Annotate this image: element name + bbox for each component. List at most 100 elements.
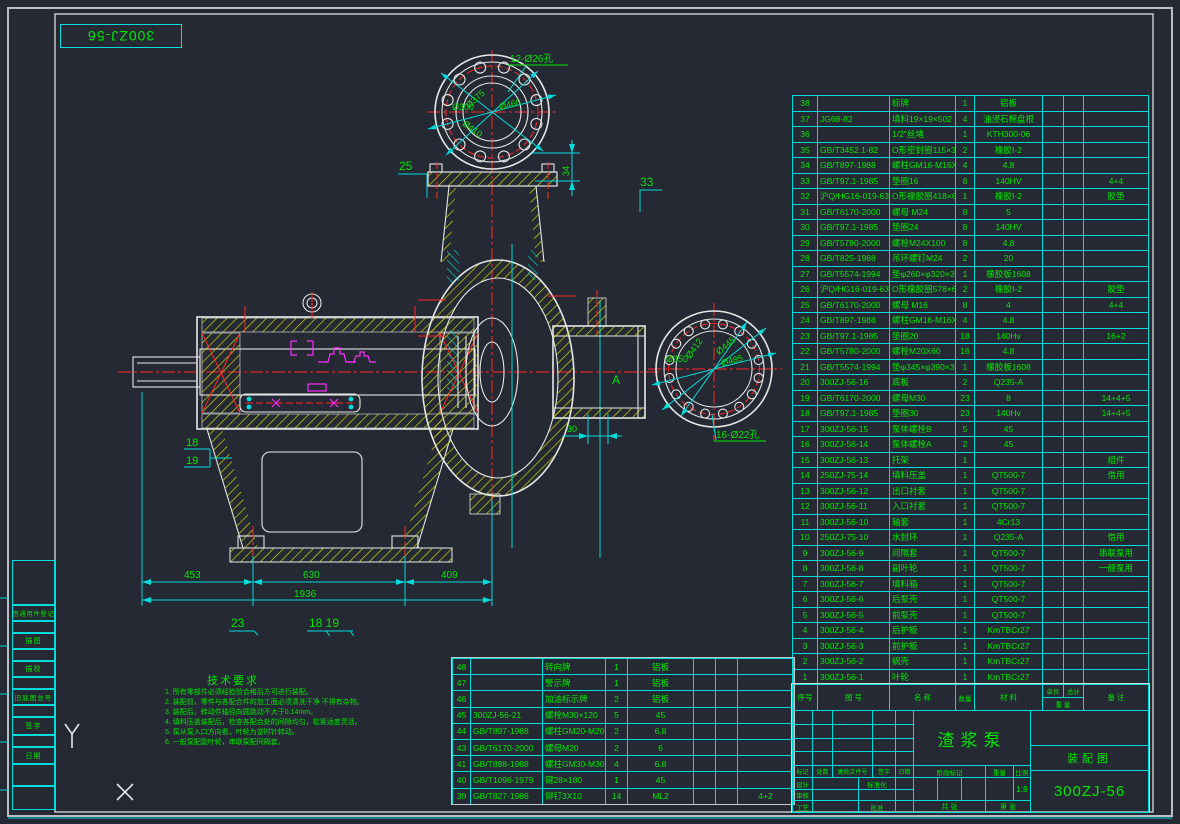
tb-sheets-total: 共 张 — [913, 800, 986, 813]
table-cell — [1064, 391, 1084, 407]
table-cell: 加油标示牌 — [543, 691, 606, 707]
table-cell: 140Hv — [975, 329, 1043, 345]
table-cell — [1084, 375, 1149, 391]
table-cell — [938, 778, 962, 801]
table-cell: 44 — [453, 724, 471, 740]
table-cell — [1084, 267, 1149, 283]
table-cell — [1084, 422, 1149, 438]
table-cell — [738, 659, 794, 675]
table-cell: 18 — [956, 329, 975, 345]
table-cell — [813, 725, 833, 739]
table-cell — [873, 725, 896, 739]
table-cell: GB/T6170-2000 — [471, 740, 543, 756]
table-row: 4300ZJ-56-4后护板1KmTBCr27 — [793, 623, 1149, 639]
table-cell: ML2 — [628, 789, 694, 805]
table-cell: 1 — [793, 670, 818, 686]
table-cell: 1 — [956, 654, 975, 670]
table-cell: KmTBCr27 — [975, 623, 1043, 639]
col-header-remark: 备 注 — [1083, 684, 1149, 711]
table-cell: 15 — [793, 453, 818, 469]
table-cell: 34 — [793, 158, 818, 174]
callout-label: 18 19 — [309, 616, 339, 630]
tech-requirement-line: 6. 一般泵配副叶轮，串联泵配间隔套。 — [165, 738, 427, 748]
table-cell: 2 — [956, 251, 975, 267]
table-cell: 叶轮 — [890, 670, 956, 686]
table-cell — [1084, 670, 1149, 686]
table-row: 14250ZJ-75-14填料压盖1QT500-7借用 — [793, 468, 1149, 484]
table-cell: 轴套 — [890, 515, 956, 531]
table-cell: 140Hv — [975, 406, 1043, 422]
table-cell: QT500-7 — [975, 484, 1043, 500]
table-cell — [896, 739, 914, 753]
table-cell — [1043, 127, 1064, 143]
table-cell: 20 — [975, 251, 1043, 267]
table-row: 15300ZJ-56-13托架1组件 — [793, 453, 1149, 469]
table-cell: 45 — [975, 437, 1043, 453]
table-cell — [1043, 391, 1064, 407]
col-header-total-weight: 总计 — [1063, 684, 1084, 698]
table-row: 24GB/T897-1988螺柱GM16-M16X7044.8 — [793, 313, 1149, 329]
table-cell: 串联泵用 — [1084, 546, 1149, 562]
bolt-hole — [684, 327, 693, 336]
table-row: 1300ZJ-56-1叶轮1KmTBCr27 — [793, 670, 1149, 686]
tb-blank-company — [1030, 710, 1149, 746]
table-cell — [1043, 236, 1064, 252]
table-cell: KmTBCr27 — [975, 670, 1043, 686]
dim-label: 1936 — [294, 589, 317, 600]
table-row: 16300ZJ-56-14泵体螺栓A245 — [793, 437, 1149, 453]
table-cell — [694, 740, 716, 756]
table-cell: 6 — [793, 592, 818, 608]
table-cell: O形橡胶圈418×6 — [890, 189, 956, 205]
table-cell: 21 — [793, 360, 818, 376]
table-cell: 转向牌 — [543, 659, 606, 675]
table-cell: 17 — [793, 422, 818, 438]
table-cell: 8 — [975, 391, 1043, 407]
table-cell: 橡胶板1608 — [975, 360, 1043, 376]
table-cell: 300ZJ-56-9 — [818, 546, 890, 562]
table-cell — [1043, 422, 1064, 438]
table-cell: 6 — [628, 740, 694, 756]
table-cell: 1 — [956, 484, 975, 500]
table-cell: 3 — [793, 639, 818, 655]
table-cell: 螺母 M16 — [890, 298, 956, 314]
table-cell: 6.8 — [628, 724, 694, 740]
table-cell: QT500-7 — [975, 499, 1043, 515]
table-cell: QT500-7 — [975, 577, 1043, 593]
table-cell — [1064, 267, 1084, 283]
table-cell — [716, 789, 738, 805]
table-cell — [471, 675, 543, 691]
table-cell: 26 — [793, 282, 818, 298]
drawing-number: 300ZJ-56 — [1030, 770, 1149, 813]
table-cell: 垫圈16 — [890, 174, 956, 190]
table-cell: 4+4 — [1084, 174, 1149, 190]
table-cell: 铝板 — [628, 659, 694, 675]
table-cell — [1043, 608, 1064, 624]
table-cell: 垫φ345×φ390×3 — [890, 360, 956, 376]
table-cell: 140HV — [975, 220, 1043, 236]
table-cell: 9 — [793, 546, 818, 562]
table-cell — [1084, 592, 1149, 608]
table-cell: 39 — [453, 789, 471, 805]
table-row: 9300ZJ-56-9间隔套1QT500-7串联泵用 — [793, 546, 1149, 562]
table-cell: 前护板 — [890, 639, 956, 655]
table-cell: QT500-7 — [975, 468, 1043, 484]
holes-label: 12-Ø26孔 — [510, 53, 553, 65]
table-row: 21GB/T5574-1994垫φ345×φ390×31橡胶板1608 — [793, 360, 1149, 376]
table-cell: 2 — [606, 724, 628, 740]
table-cell: KTH300-06 — [975, 127, 1043, 143]
drawing-type: 装配图 — [1030, 745, 1149, 771]
table-cell: 300ZJ-56-4 — [818, 623, 890, 639]
table-cell — [738, 756, 794, 772]
table-cell: QT500-7 — [975, 546, 1043, 562]
table-cell — [1084, 499, 1149, 515]
table-cell: 铆钉3X10 — [543, 789, 606, 805]
table-cell — [1043, 592, 1064, 608]
table-cell — [1064, 189, 1084, 205]
table-cell — [833, 739, 873, 753]
table-cell: 2 — [956, 375, 975, 391]
table-cell — [1064, 205, 1084, 221]
table-cell: 43 — [453, 740, 471, 756]
table-row: 48转向牌1铝板 — [453, 659, 794, 675]
sidebar-label-trace-check: 描校 — [12, 661, 55, 677]
table-cell — [694, 772, 716, 788]
